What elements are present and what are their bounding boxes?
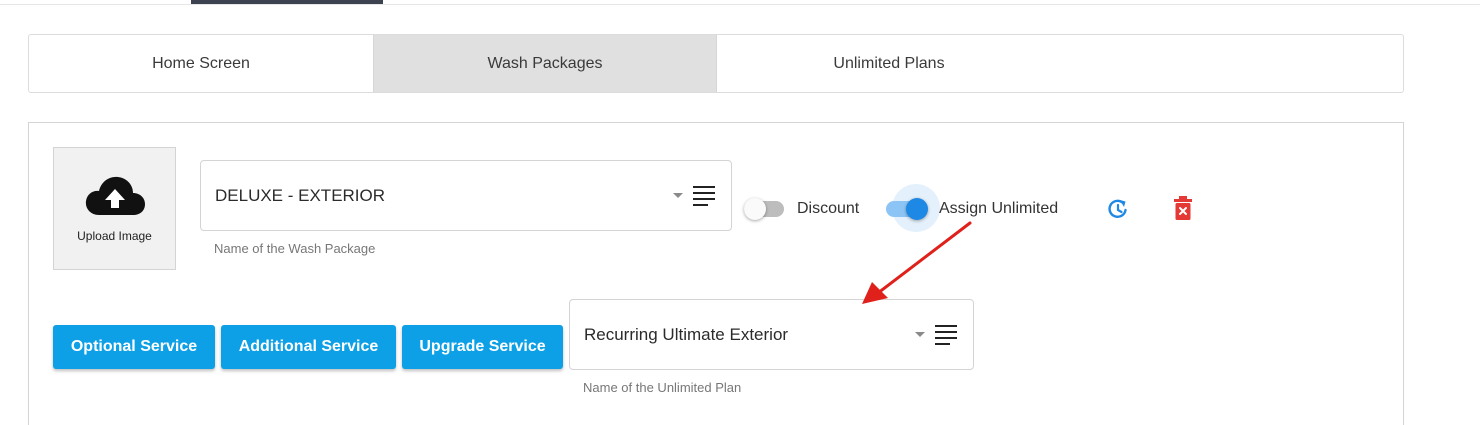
chevron-down-icon[interactable] — [673, 193, 683, 198]
unlimited-plan-select[interactable]: Recurring Ultimate Exterior — [569, 299, 974, 370]
cloud-upload-icon — [85, 176, 145, 215]
top-divider — [0, 4, 1480, 5]
tab-wash-packages[interactable]: Wash Packages — [373, 35, 717, 92]
section-tabs: Home Screen Wash Packages Unlimited Plan… — [28, 34, 1404, 93]
delete-button[interactable] — [1170, 195, 1196, 221]
description-icon[interactable] — [693, 185, 715, 207]
wash-package-helper: Name of the Wash Package — [214, 241, 376, 256]
delete-icon — [1174, 196, 1192, 220]
discount-toggle[interactable]: Discount — [744, 197, 874, 221]
upgrade-service-button[interactable]: Upgrade Service — [402, 325, 563, 369]
upload-image-button[interactable]: Upload Image — [53, 147, 176, 270]
tab-unlimited-plans[interactable]: Unlimited Plans — [717, 35, 1061, 92]
unlimited-plan-value: Recurring Ultimate Exterior — [584, 324, 789, 344]
assign-unlimited-toggle[interactable]: Assign Unlimited — [886, 197, 1076, 221]
upload-image-label: Upload Image — [77, 228, 152, 243]
description-icon[interactable] — [935, 324, 957, 346]
wash-package-select[interactable]: DELUXE - EXTERIOR — [200, 160, 732, 231]
active-nav-indicator — [191, 0, 383, 4]
discount-label: Discount — [797, 200, 860, 217]
wash-package-value: DELUXE - EXTERIOR — [215, 185, 386, 205]
assign-unlimited-label: Assign Unlimited — [939, 200, 1059, 217]
unlimited-plan-helper: Name of the Unlimited Plan — [583, 380, 742, 395]
chevron-down-icon[interactable] — [915, 332, 925, 337]
history-icon — [1108, 199, 1127, 219]
tab-home-screen[interactable]: Home Screen — [29, 35, 373, 92]
history-button[interactable] — [1105, 196, 1131, 222]
assign-unlimited-toggle-thumb — [906, 198, 928, 220]
additional-service-button[interactable]: Additional Service — [221, 325, 396, 369]
optional-service-button[interactable]: Optional Service — [53, 325, 215, 369]
discount-toggle-thumb — [744, 198, 766, 220]
